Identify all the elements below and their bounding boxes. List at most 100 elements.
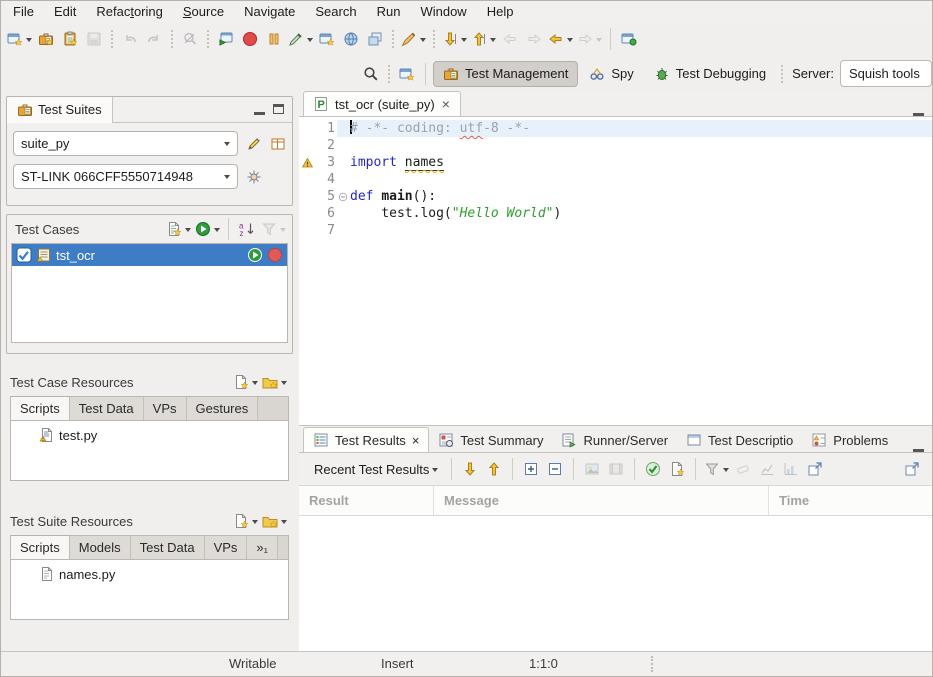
- tcr-tab-gestures[interactable]: Gestures: [187, 397, 259, 420]
- recent-results-combo[interactable]: Recent Test Results: [307, 459, 445, 480]
- back-history-button[interactable]: [498, 26, 522, 52]
- menu-source[interactable]: Source: [173, 2, 234, 21]
- screenshot-button[interactable]: [580, 456, 604, 482]
- tab-problems[interactable]: Problems: [802, 428, 897, 452]
- tsr-tab-test-data[interactable]: Test Data: [131, 536, 205, 559]
- new-file-button[interactable]: [231, 508, 260, 534]
- suite-select-combo[interactable]: suite_py: [13, 131, 238, 156]
- minimize-icon[interactable]: [913, 113, 924, 116]
- aut-select-combo[interactable]: ST-LINK 066CFF5550714948: [13, 164, 238, 189]
- close-icon[interactable]: ×: [441, 99, 451, 109]
- clone-window-button[interactable]: [363, 26, 387, 52]
- play-green-icon[interactable]: [247, 247, 263, 263]
- file-item[interactable]: names.py: [17, 566, 282, 582]
- back-button[interactable]: [546, 26, 575, 52]
- clear-button[interactable]: [731, 456, 755, 482]
- new-editor-button[interactable]: [315, 26, 339, 52]
- chevron-down-icon[interactable]: [461, 38, 467, 45]
- forward-history-button[interactable]: [522, 26, 546, 52]
- forward-button[interactable]: [575, 26, 604, 52]
- tab-test-summary[interactable]: Test Summary: [429, 428, 552, 452]
- tab-test-descriptio[interactable]: Test Descriptio: [677, 428, 802, 452]
- tcr-tab-vps[interactable]: VPs: [144, 397, 187, 420]
- code-text[interactable]: def main():: [350, 188, 932, 205]
- toolbar-handle[interactable]: [433, 30, 435, 48]
- new-file-button[interactable]: [231, 369, 260, 395]
- aut-config-icon[interactable]: [246, 169, 262, 185]
- undo-button[interactable]: [118, 26, 142, 52]
- test-case-row[interactable]: tst_ocr: [12, 244, 287, 266]
- menu-file[interactable]: File: [3, 2, 44, 21]
- open-perspective-button[interactable]: [395, 61, 419, 87]
- launch-aut-button[interactable]: [214, 26, 238, 52]
- menu-help[interactable]: Help: [477, 2, 524, 21]
- perspective-test-debugging[interactable]: Test Debugging: [645, 62, 775, 86]
- toolbar-handle[interactable]: [392, 30, 394, 48]
- export-report-button[interactable]: [755, 456, 779, 482]
- tsr-tab-scripts[interactable]: Scripts: [11, 535, 70, 559]
- chevron-down-icon[interactable]: [567, 38, 573, 45]
- check-passes-button[interactable]: [641, 456, 665, 482]
- inspect-button[interactable]: [178, 26, 202, 52]
- code-line[interactable]: 5def main():: [299, 188, 932, 205]
- chevron-down-icon[interactable]: [596, 38, 602, 45]
- chevron-down-icon[interactable]: [420, 38, 426, 45]
- fold-minus-icon[interactable]: [337, 188, 350, 205]
- object-picker-button[interactable]: [286, 26, 315, 52]
- new-wizard-button[interactable]: [5, 26, 34, 52]
- tab-test-results[interactable]: Test Results×: [303, 427, 429, 452]
- suite-settings-icon[interactable]: [270, 136, 286, 152]
- pause-button[interactable]: [262, 26, 286, 52]
- arrow-up-button[interactable]: [482, 456, 506, 482]
- server-combo[interactable]: Squish tools: [840, 60, 932, 87]
- chevron-down-icon[interactable]: [280, 228, 286, 235]
- toolbar-handle[interactable]: [388, 65, 390, 83]
- run-tests-button[interactable]: [193, 216, 222, 242]
- search-button[interactable]: [359, 61, 383, 87]
- new-test-case-button[interactable]: [58, 26, 82, 52]
- video-button[interactable]: [604, 456, 628, 482]
- chevron-down-icon[interactable]: [281, 381, 287, 388]
- toolbar-handle[interactable]: [111, 30, 113, 48]
- expand-all-button[interactable]: [519, 456, 543, 482]
- column-header-result[interactable]: Result: [299, 486, 434, 515]
- perspective-spy[interactable]: Spy: [580, 62, 642, 86]
- menu-navigate[interactable]: Navigate: [234, 2, 305, 21]
- tab-test-suites[interactable]: Test Suites: [7, 97, 113, 123]
- chevron-down-icon[interactable]: [185, 228, 191, 235]
- sort-az-button[interactable]: az: [235, 216, 259, 242]
- run-script-button[interactable]: [399, 26, 428, 52]
- new-test-suite-button[interactable]: [34, 26, 58, 52]
- edit-objectmap-icon[interactable]: [246, 136, 262, 152]
- step-into-button[interactable]: [440, 26, 469, 52]
- toolbar-handle[interactable]: [171, 30, 173, 48]
- tcr-tab-scripts[interactable]: Scripts: [11, 396, 70, 420]
- chevron-down-icon[interactable]: [252, 520, 258, 527]
- maximize-icon[interactable]: [273, 104, 284, 114]
- code-line[interactable]: 7: [299, 222, 932, 239]
- menu-refactoring[interactable]: Refactoring: [86, 2, 173, 21]
- open-external-button[interactable]: [900, 456, 924, 482]
- menu-search[interactable]: Search: [305, 2, 366, 21]
- code-line[interactable]: 3import names: [299, 154, 932, 171]
- tab-tst-ocr-editor[interactable]: P tst_ocr (suite_py) ×: [303, 91, 461, 116]
- new-report-button[interactable]: [665, 456, 689, 482]
- open-browser-button[interactable]: [339, 26, 363, 52]
- arrow-down-button[interactable]: [458, 456, 482, 482]
- chevron-down-icon[interactable]: [214, 228, 220, 235]
- tsr-tab--[interactable]: »₁: [247, 536, 278, 559]
- code-text[interactable]: [350, 222, 932, 239]
- chevron-down-icon[interactable]: [490, 38, 496, 45]
- new-testcase-button[interactable]: [164, 216, 193, 242]
- record-button[interactable]: [238, 26, 262, 52]
- close-icon[interactable]: ×: [412, 433, 420, 448]
- code-line[interactable]: 2: [299, 137, 932, 154]
- new-folder-button[interactable]: [260, 369, 289, 395]
- filter-button[interactable]: [702, 456, 731, 482]
- code-text[interactable]: [350, 137, 932, 154]
- code-line[interactable]: 6 test.log("Hello World"): [299, 205, 932, 222]
- chevron-down-icon[interactable]: [281, 520, 287, 527]
- code-text[interactable]: test.log("Hello World"): [350, 205, 932, 222]
- tcr-tab-test-data[interactable]: Test Data: [70, 397, 144, 420]
- code-text[interactable]: import names: [350, 154, 932, 171]
